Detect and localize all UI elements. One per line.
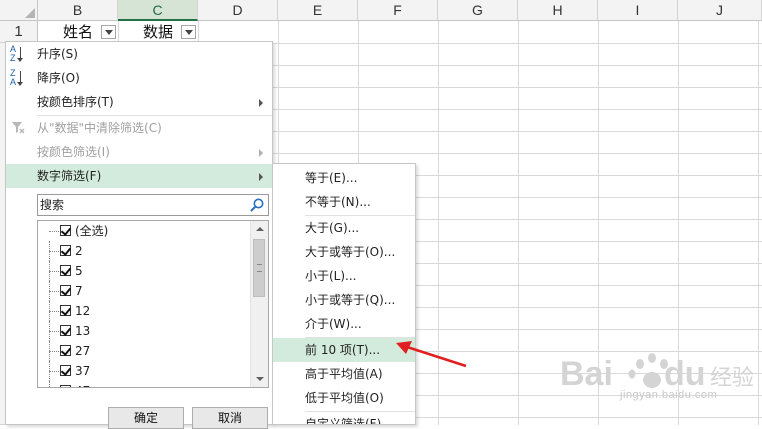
svg-text:du: du xyxy=(664,355,706,393)
svg-text:经验: 经验 xyxy=(710,366,754,391)
watermark-url: jingyan.baidu.com xyxy=(620,389,718,401)
svg-text:Bai: Bai xyxy=(560,355,613,393)
